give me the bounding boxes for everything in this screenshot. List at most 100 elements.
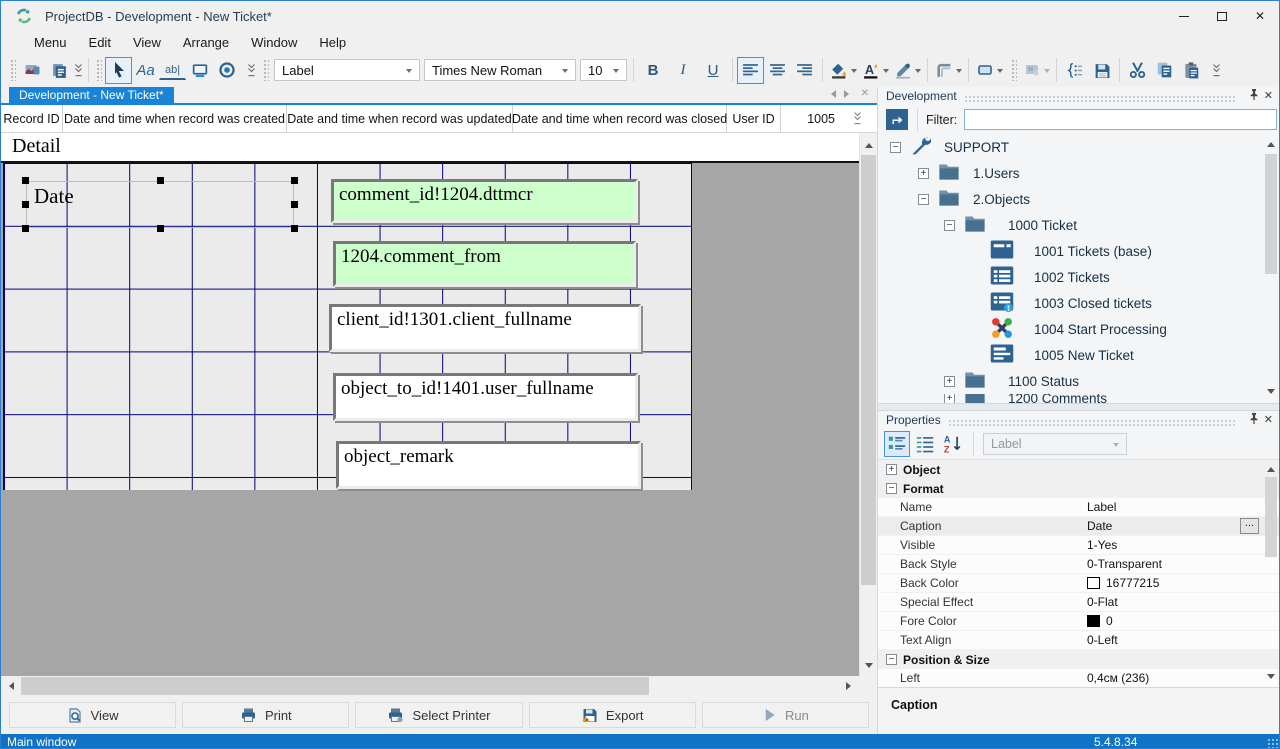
tree-item-1100-status[interactable]: + 1100 Status bbox=[878, 368, 1280, 394]
tab-development-new-ticket[interactable]: Development - New Ticket* bbox=[9, 87, 174, 103]
field-header-created[interactable]: Date and time when record was created bbox=[63, 105, 287, 132]
tools-overflow-button[interactable] bbox=[246, 63, 257, 78]
field-header-closed[interactable]: Date and time when record was closed bbox=[513, 105, 727, 132]
property-group-format[interactable]: − Format bbox=[878, 479, 1280, 498]
property-row-caption[interactable]: Caption Date ... bbox=[878, 517, 1280, 536]
collapse-icon[interactable]: − bbox=[918, 194, 929, 205]
menu-item-menu[interactable]: Menu bbox=[23, 32, 78, 53]
selection-handle[interactable] bbox=[291, 201, 298, 208]
cut-button[interactable] bbox=[1124, 57, 1151, 84]
categorized-view-button[interactable] bbox=[884, 431, 910, 457]
toolbar-grip[interactable] bbox=[96, 59, 102, 81]
property-row-back-color[interactable]: Back Color 16777215 bbox=[878, 574, 1280, 593]
property-group-position-size[interactable]: − Position & Size bbox=[878, 650, 1280, 669]
tree-scrollbar[interactable] bbox=[1264, 136, 1278, 400]
horizontal-scroll-thumb[interactable] bbox=[21, 677, 649, 695]
scroll-down-icon[interactable] bbox=[1267, 674, 1275, 683]
selection-handle[interactable] bbox=[22, 225, 29, 232]
menu-item-edit[interactable]: Edit bbox=[78, 32, 122, 53]
canvas-vertical-scrollbar[interactable] bbox=[859, 135, 876, 676]
select-pointer-tool[interactable] bbox=[105, 57, 132, 84]
layers-button[interactable] bbox=[46, 57, 73, 84]
expand-icon[interactable]: + bbox=[944, 394, 955, 403]
export-button[interactable]: Export bbox=[529, 702, 696, 728]
header-overflow-button[interactable] bbox=[852, 105, 863, 132]
selection-handle[interactable] bbox=[291, 177, 298, 184]
textbox-tool[interactable]: ab| bbox=[159, 60, 186, 80]
vertical-scroll-thumb[interactable] bbox=[861, 155, 876, 585]
style-combobox[interactable]: Label bbox=[274, 59, 420, 81]
expand-icon[interactable]: + bbox=[886, 464, 897, 475]
scroll-right-button[interactable] bbox=[842, 676, 859, 696]
canvas-horizontal-scrollbar[interactable] bbox=[1, 676, 859, 696]
collapse-icon[interactable]: − bbox=[886, 654, 897, 665]
align-right-button[interactable] bbox=[791, 57, 818, 84]
tree-item-1002-tickets[interactable]: 1002 Tickets bbox=[878, 264, 1280, 290]
field-comment-datetime[interactable]: comment_id!1204.dttmcr bbox=[331, 179, 638, 223]
minimize-button[interactable] bbox=[1165, 1, 1203, 31]
field-object-remark[interactable]: object_remark bbox=[336, 441, 641, 489]
scroll-down-button[interactable] bbox=[860, 659, 877, 676]
tree-item-1005-new-ticket[interactable]: 1005 New Ticket bbox=[878, 342, 1280, 368]
property-row-left[interactable]: Left 0,4см (236) bbox=[878, 669, 1280, 688]
ellipsis-button[interactable]: ... bbox=[1240, 518, 1259, 534]
resize-grip[interactable] bbox=[1267, 738, 1278, 749]
tree-item-1000-ticket[interactable]: − 1000 Ticket bbox=[878, 212, 1280, 238]
run-button[interactable]: Run bbox=[702, 702, 869, 728]
close-button[interactable]: ✕ bbox=[1241, 1, 1279, 31]
scroll-up-icon[interactable] bbox=[1267, 138, 1275, 147]
object-selector-combobox[interactable]: Label bbox=[983, 433, 1127, 455]
toolbar-grip[interactable] bbox=[10, 59, 16, 81]
image-insert-button[interactable] bbox=[1020, 57, 1052, 84]
button-tool[interactable] bbox=[186, 57, 213, 84]
select-printer-button[interactable]: Select Printer bbox=[355, 702, 522, 728]
italic-button[interactable]: I bbox=[668, 57, 698, 84]
tab-close-icon[interactable]: ✕ bbox=[861, 90, 869, 98]
label-tool[interactable]: Aa bbox=[132, 57, 159, 84]
bold-button[interactable]: B bbox=[638, 57, 668, 84]
property-grid-scrollbar[interactable] bbox=[1264, 461, 1278, 685]
expand-icon[interactable]: + bbox=[918, 168, 929, 179]
selection-handle[interactable] bbox=[291, 225, 298, 232]
toolbar-grip[interactable] bbox=[1011, 59, 1017, 81]
property-group-object[interactable]: + Object bbox=[878, 460, 1280, 479]
sort-az-button[interactable]: A Z bbox=[940, 431, 966, 457]
locate-object-button[interactable] bbox=[886, 109, 908, 130]
selection-handle[interactable] bbox=[157, 225, 164, 232]
font-size-combobox[interactable]: 10 bbox=[580, 59, 627, 81]
tab-scroll-right-icon[interactable] bbox=[844, 90, 853, 98]
menu-item-view[interactable]: View bbox=[122, 32, 172, 53]
field-user-fullname[interactable]: object_to_id!1401.user_fullname bbox=[333, 373, 638, 421]
expand-icon[interactable]: + bbox=[944, 376, 955, 387]
control-style-button[interactable] bbox=[973, 57, 1005, 84]
selection-handle[interactable] bbox=[157, 177, 164, 184]
pin-icon[interactable] bbox=[1249, 89, 1259, 103]
paste-button[interactable] bbox=[1178, 57, 1205, 84]
field-header-record-id[interactable]: Record ID bbox=[1, 105, 63, 132]
tree-item-1001-tickets-base[interactable]: 1001 Tickets (base) bbox=[878, 238, 1280, 264]
collapse-icon[interactable]: − bbox=[886, 483, 897, 494]
pin-icon[interactable] bbox=[1249, 413, 1259, 427]
selection-handle[interactable] bbox=[22, 177, 29, 184]
property-row-special-effect[interactable]: Special Effect 0-Flat bbox=[878, 593, 1280, 612]
menu-item-arrange[interactable]: Arrange bbox=[172, 32, 240, 53]
fill-color-button[interactable] bbox=[827, 57, 859, 84]
maximize-button[interactable] bbox=[1203, 1, 1241, 31]
property-row-back-style[interactable]: Back Style 0-Transparent bbox=[878, 555, 1280, 574]
toolbar-right-overflow-button[interactable] bbox=[1211, 63, 1222, 78]
menu-item-window[interactable]: Window bbox=[240, 32, 308, 53]
align-center-button[interactable] bbox=[764, 57, 791, 84]
toolbar-overflow-button[interactable] bbox=[73, 63, 84, 78]
align-left-button[interactable] bbox=[737, 57, 764, 84]
underline-button[interactable]: U bbox=[698, 57, 728, 84]
collapse-icon[interactable]: − bbox=[890, 142, 901, 153]
field-header-updated[interactable]: Date and time when record was updated bbox=[287, 105, 513, 132]
menu-item-help[interactable]: Help bbox=[308, 32, 357, 53]
design-canvas[interactable]: Date comment_id!1204.dttmcr 1204.comment… bbox=[1, 163, 859, 676]
tab-scroll-left-icon[interactable] bbox=[827, 90, 836, 98]
view-button[interactable]: View bbox=[9, 702, 176, 728]
close-panel-icon[interactable]: ✕ bbox=[1264, 91, 1273, 101]
scroll-up-icon[interactable] bbox=[1267, 463, 1275, 472]
scroll-up-button[interactable] bbox=[860, 135, 877, 152]
highlight-button[interactable] bbox=[891, 57, 923, 84]
